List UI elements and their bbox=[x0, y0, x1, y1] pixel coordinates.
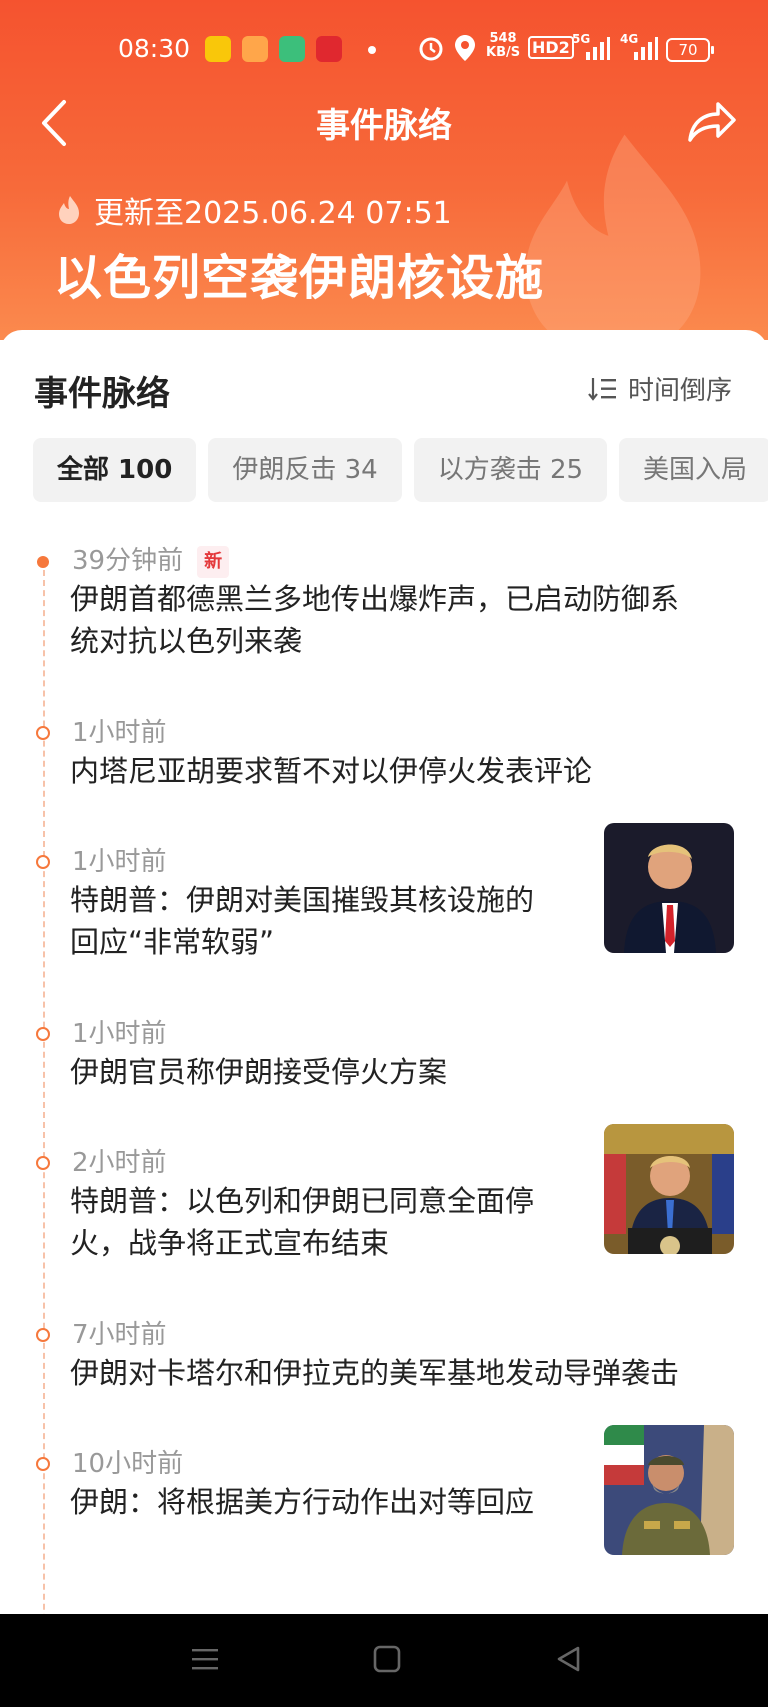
tab-iran-counterattack[interactable]: 伊朗反击 34 bbox=[208, 438, 402, 502]
item-time: 7小时前 bbox=[72, 1320, 167, 1350]
item-time: 1小时前 bbox=[72, 718, 167, 748]
news-thumbnail-image[interactable] bbox=[604, 1425, 734, 1555]
item-text: 伊朗：将根据美方行动作出对等回应 bbox=[70, 1485, 535, 1519]
header-banner: 08:30 548 KB/S HD2 5G 4G 70 事件脉络 更新至2025… bbox=[0, 0, 768, 340]
app-icon bbox=[279, 36, 305, 62]
status-bar: 08:30 548 KB/S HD2 5G 4G 70 bbox=[0, 26, 768, 70]
news-thumbnail-image[interactable] bbox=[604, 1124, 734, 1254]
item-time: 39分钟前 bbox=[72, 546, 184, 576]
item-text: 特朗普：以色列和伊朗已同意全面停 火，战争将正式宣布结束 bbox=[70, 1184, 535, 1260]
item-time: 1小时前 bbox=[72, 1019, 167, 1049]
tab-all[interactable]: 全部 100 bbox=[33, 438, 197, 502]
net-speed: 548 KB/S bbox=[486, 31, 521, 60]
home-icon[interactable] bbox=[372, 1644, 402, 1674]
event-title: 以色列空袭伊朗核设施 bbox=[54, 250, 545, 306]
filter-tabs: 全部 100 伊朗反击 34 以方袭击 25 美国入局 bbox=[33, 438, 768, 504]
alarm-icon bbox=[419, 37, 443, 61]
battery-indicator: 70 bbox=[666, 38, 714, 62]
item-text: 伊朗首都德黑兰多地传出爆炸声，已启动防御系 统对抗以色列来袭 bbox=[70, 582, 680, 658]
flame-watermark-icon bbox=[525, 134, 701, 340]
item-text: 伊朗对卡塔尔和伊拉克的美军基地发动导弹袭击 bbox=[70, 1356, 680, 1390]
timeline-dot bbox=[36, 1457, 50, 1471]
notification-dot-icon bbox=[368, 46, 376, 54]
item-time-row: 39分钟前新 bbox=[72, 540, 230, 578]
timeline-dot bbox=[36, 726, 50, 740]
timeline-dot bbox=[36, 855, 50, 869]
new-badge: 新 bbox=[197, 545, 230, 578]
location-icon bbox=[455, 35, 475, 61]
status-time: 08:30 bbox=[118, 34, 191, 63]
content-card: 事件脉络 时间倒序 全部 100 伊朗反击 34 以方袭击 25 美国入局 39分钟前… bbox=[0, 330, 768, 1670]
sort-order-button[interactable]: 时间倒序 bbox=[588, 370, 732, 407]
item-time: 1小时前 bbox=[72, 847, 167, 877]
tab-us-involvement[interactable]: 美国入局 bbox=[619, 438, 768, 502]
flame-icon bbox=[59, 196, 79, 224]
timeline-dot bbox=[36, 1027, 50, 1041]
sort-icon bbox=[588, 377, 616, 401]
timeline-dot bbox=[36, 1328, 50, 1342]
item-text: 内塔尼亚胡要求暂不对以伊停火发表评论 bbox=[70, 754, 593, 788]
signal-bars-icon bbox=[634, 37, 658, 60]
news-thumbnail-image[interactable] bbox=[604, 823, 734, 953]
item-time: 2小时前 bbox=[72, 1148, 167, 1178]
menu-icon[interactable] bbox=[190, 1644, 220, 1674]
back-triangle-icon[interactable] bbox=[554, 1644, 584, 1674]
timeline-dot bbox=[36, 1156, 50, 1170]
section-title: 事件脉络 bbox=[34, 374, 170, 414]
tab-israel-strikes[interactable]: 以方袭击 25 bbox=[413, 438, 608, 502]
sort-label: 时间倒序 bbox=[628, 376, 733, 406]
item-time: 10小时前 bbox=[72, 1449, 184, 1479]
item-text: 伊朗官员称伊朗接受停火方案 bbox=[70, 1055, 448, 1089]
signal-bars-icon bbox=[586, 37, 610, 60]
system-nav-bar bbox=[0, 1614, 768, 1707]
share-icon[interactable] bbox=[686, 98, 738, 146]
update-time-row: 更新至2025.06.24 07:51 bbox=[56, 188, 452, 232]
app-icon bbox=[242, 36, 268, 62]
item-text: 特朗普：伊朗对美国摧毁其核设施的 回应“非常软弱” bbox=[70, 883, 535, 959]
app-icon bbox=[316, 36, 342, 62]
app-icon bbox=[205, 36, 231, 62]
hd-indicator: HD2 bbox=[528, 36, 574, 59]
update-time-text: 更新至2025.06.24 07:51 bbox=[94, 196, 452, 231]
page-title: 事件脉络 bbox=[316, 106, 452, 146]
timeline-dot-active bbox=[37, 556, 49, 568]
